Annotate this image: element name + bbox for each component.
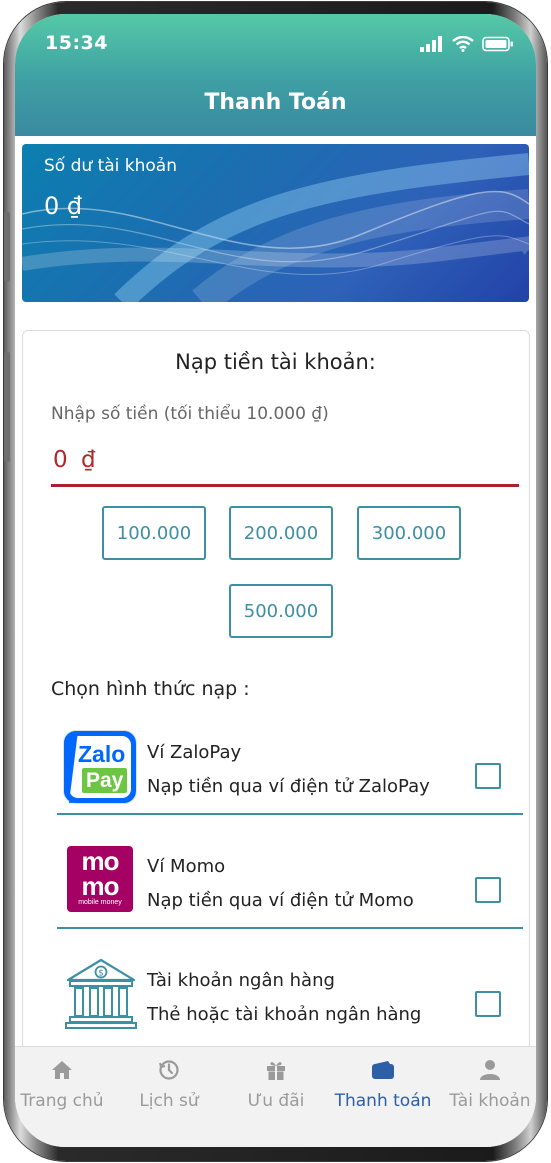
method-zalopay[interactable]: Zalo Pay Ví ZaloPay Nạp tiền qua ví điện… <box>57 726 523 838</box>
preset-300000-button[interactable]: 300.000 <box>357 506 461 560</box>
tab-history[interactable]: Lịch sử <box>114 1047 224 1127</box>
method-name: Ví ZaloPay <box>147 742 242 763</box>
wifi-icon <box>452 36 474 52</box>
tab-payment[interactable]: Thanh toán <box>328 1047 438 1127</box>
tab-account[interactable]: Tài khoản <box>435 1047 536 1127</box>
zalopay-checkbox[interactable] <box>475 763 501 789</box>
zalopay-logo-text: Zalo <box>78 741 126 767</box>
method-name: Tài khoản ngân hàng <box>147 970 335 991</box>
bank-checkbox[interactable] <box>475 991 501 1017</box>
tab-offers[interactable]: Ưu đãi <box>221 1047 331 1127</box>
history-icon <box>159 1060 179 1080</box>
method-momo[interactable]: mo mo mobile money Ví Momo Nạp tiền qua … <box>57 840 523 952</box>
method-divider <box>57 813 523 815</box>
topup-title: Nạp tiền tài khoản: <box>175 350 376 374</box>
balance-value: 0 ₫ <box>44 192 83 220</box>
preset-100000-button[interactable]: 100.000 <box>102 506 206 560</box>
page-title: Thanh Toán <box>204 90 347 115</box>
method-heading: Chọn hình thức nạp : <box>51 678 250 700</box>
momo-logo-text-2: mo <box>81 871 120 901</box>
method-desc: Nạp tiền qua ví điện tử ZaloPay <box>147 776 430 797</box>
momo-checkbox[interactable] <box>475 877 501 903</box>
method-desc: Thẻ hoặc tài khoản ngân hàng <box>147 1004 422 1025</box>
tab-label: Tài khoản <box>449 1091 531 1111</box>
home-icon <box>52 1061 72 1079</box>
volume-down-button <box>4 352 10 462</box>
status-time: 15:34 <box>45 32 108 54</box>
user-icon <box>480 1060 500 1080</box>
wallet-icon <box>372 1061 394 1079</box>
method-desc: Nạp tiền qua ví điện tử Momo <box>147 890 414 911</box>
battery-icon <box>482 36 513 52</box>
amount-input[interactable] <box>51 436 519 487</box>
preset-500000-button[interactable]: 500.000 <box>229 584 333 638</box>
zalopay-logo: Zalo Pay <box>64 731 136 803</box>
app-header: 15:34 Thanh Toán <box>15 14 536 136</box>
tab-home[interactable]: Trang chủ <box>15 1047 117 1127</box>
momo-logo: mo mo mobile money <box>67 846 133 912</box>
status-icons <box>420 36 514 52</box>
method-name: Ví Momo <box>147 856 226 877</box>
zalopay-logo-pay: Pay <box>82 768 128 793</box>
volume-up-button <box>4 212 10 282</box>
method-divider <box>57 927 523 929</box>
signal-icon <box>420 36 442 52</box>
amount-label: Nhập số tiền (tối thiểu 10.000 ₫) <box>51 404 329 424</box>
balance-label: Số dư tài khoản <box>44 156 177 176</box>
bottom-tab-bar: Trang chủ Lịch sử Ưu đãi Thanh toán Tài … <box>15 1046 536 1147</box>
preset-200000-button[interactable]: 200.000 <box>229 506 333 560</box>
status-bar: 15:34 <box>45 32 514 56</box>
app-screen: 15:34 Thanh Toán Số dư tài khoản 0 ₫ Nạp… <box>15 14 536 1147</box>
momo-logo-tagline: mobile money <box>78 899 122 906</box>
bank-icon: $ <box>64 956 137 1029</box>
svg-text:$: $ <box>98 969 104 979</box>
gift-icon <box>267 1062 285 1080</box>
